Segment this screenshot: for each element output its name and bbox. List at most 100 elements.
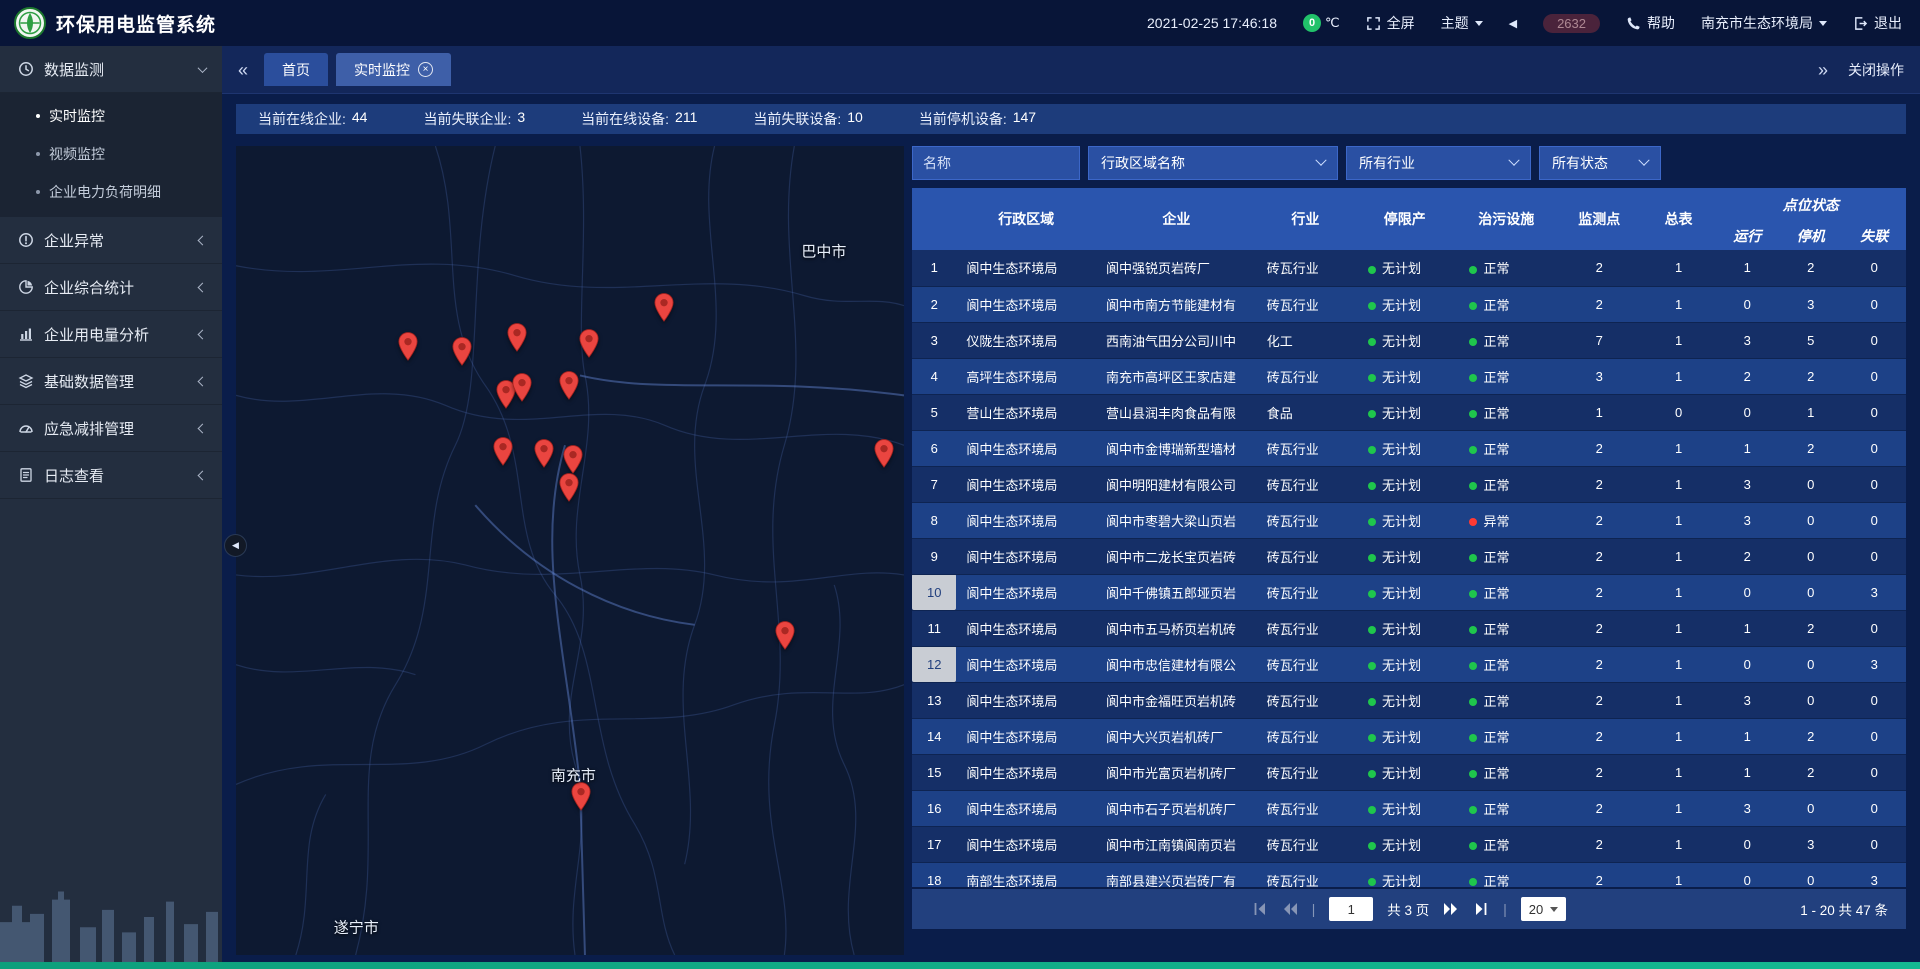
tab-scroll-right-icon[interactable]: » [1812, 61, 1834, 79]
map-pin-icon[interactable] [397, 331, 418, 361]
prev-page-button[interactable] [1282, 901, 1298, 917]
cell-industry: 砖瓦行业 [1257, 754, 1354, 790]
table-row[interactable]: 15阆中生态环境局阆中市光富页岩机砖厂砖瓦行业无计划正常21120 [912, 754, 1906, 790]
table-row[interactable]: 16阆中生态环境局阆中市石子页岩机砖厂砖瓦行业无计划正常21300 [912, 790, 1906, 826]
map-pin-icon[interactable] [506, 322, 527, 352]
cell-lost: 0 [1842, 790, 1906, 826]
sidebar-subitem-视频监控[interactable]: 视频监控 [0, 135, 222, 173]
map-pin-icon[interactable] [511, 372, 532, 402]
table-row[interactable]: 8阆中生态环境局阆中市枣碧大梁山页岩砖瓦行业无计划异常21300 [912, 502, 1906, 538]
cell-total-meter: 1 [1642, 826, 1716, 862]
map-pin-icon[interactable] [873, 439, 894, 469]
org-dropdown[interactable]: 南充市生态环境局 [1701, 13, 1827, 33]
map-city-label: 遂宁市 [334, 916, 379, 937]
table-row[interactable]: 14阆中生态环境局阆中大兴页岩机砖厂砖瓦行业无计划正常21120 [912, 718, 1906, 754]
last-page-button[interactable] [1473, 901, 1489, 917]
cell-total-meter: 1 [1642, 646, 1716, 682]
sidebar-item-数据监测[interactable]: 数据监测 [0, 46, 222, 93]
sidebar-item-企业异常[interactable]: 企业异常 [0, 217, 222, 264]
table-row[interactable]: 4高坪生态环境局南充市高坪区王家店建砖瓦行业无计划正常31220 [912, 358, 1906, 394]
map-pin-icon[interactable] [570, 782, 591, 812]
fullscreen-button[interactable]: 全屏 [1366, 13, 1415, 33]
map-pin-icon[interactable] [493, 436, 514, 466]
map-pin-icon[interactable] [452, 336, 473, 366]
logout-button[interactable]: 退出 [1853, 13, 1902, 33]
cell-treatment: 正常 [1455, 610, 1557, 646]
tab-首页[interactable]: 首页 [264, 53, 328, 86]
sidebar-item-企业用电量分析[interactable]: 企业用电量分析 [0, 311, 222, 358]
cell-lost: 0 [1842, 250, 1906, 286]
sidebar-item-基础数据管理[interactable]: 基础数据管理 [0, 358, 222, 405]
table-row[interactable]: 10阆中生态环境局阆中千佛镇五郎垭页岩砖瓦行业无计划正常21003 [912, 574, 1906, 610]
first-page-button[interactable] [1252, 901, 1268, 917]
table-row[interactable]: 9阆中生态环境局阆中市二龙长宝页岩砖砖瓦行业无计划正常21200 [912, 538, 1906, 574]
map-pin-icon[interactable] [563, 444, 584, 474]
cell-monitor-points: 2 [1557, 646, 1642, 682]
map-panel[interactable]: 巴中市南充市遂宁市 ◀ [236, 146, 904, 955]
map-pin-icon[interactable] [533, 439, 554, 469]
tab-scroll-left-icon[interactable]: « [232, 61, 254, 79]
page-number-input[interactable]: 1 [1329, 897, 1373, 921]
row-index: 12 [912, 646, 956, 682]
cell-region: 阆中生态环境局 [956, 250, 1096, 286]
map-pin-icon[interactable] [653, 292, 674, 322]
stat-item: 当前失联设备:10 [753, 109, 862, 129]
map-roads [236, 146, 904, 955]
table-row[interactable]: 17阆中生态环境局阆中市江南镇阆南页岩砖瓦行业无计划正常21030 [912, 826, 1906, 862]
stat-item: 当前失联企业:3 [423, 109, 525, 129]
map-pin-icon[interactable] [559, 370, 580, 400]
cell-stopped: 2 [1779, 610, 1842, 646]
row-index: 5 [912, 394, 956, 430]
cell-industry: 化工 [1257, 322, 1354, 358]
cell-treatment: 正常 [1455, 358, 1557, 394]
cell-monitor-points: 2 [1557, 682, 1642, 718]
notice-count-badge[interactable]: 2632 [1543, 14, 1600, 33]
cell-stop-limit: 无计划 [1354, 574, 1456, 610]
table-row[interactable]: 5营山生态环境局营山县润丰肉食品有限食品无计划正常10010 [912, 394, 1906, 430]
brand: 环保用电监管系统 [14, 7, 216, 39]
pagination-controls: | 1 共 3 页 | 20 [1252, 897, 1567, 921]
cell-industry: 砖瓦行业 [1257, 646, 1354, 682]
sidebar-item-日志查看[interactable]: 日志查看 [0, 452, 222, 499]
tab-实时监控[interactable]: 实时监控× [336, 53, 451, 86]
close-operations-button[interactable]: 关闭操作 [1848, 60, 1904, 80]
industry-select[interactable]: 所有行业 [1346, 146, 1531, 180]
sidebar-item-应急减排管理[interactable]: 应急减排管理 [0, 405, 222, 452]
name-search-input[interactable] [912, 146, 1080, 180]
marquee-left-icon[interactable]: ◀ [1509, 17, 1517, 30]
cell-industry: 砖瓦行业 [1257, 430, 1354, 466]
col-treatment: 治污设施 [1455, 188, 1557, 250]
table-row[interactable]: 18南部生态环境局南部县建兴页岩砖厂有砖瓦行业无计划正常21003 [912, 862, 1906, 887]
table-row[interactable]: 1阆中生态环境局阆中强锐页岩砖厂砖瓦行业无计划正常21120 [912, 250, 1906, 286]
table-row[interactable]: 11阆中生态环境局阆中市五马桥页岩机砖砖瓦行业无计划正常21120 [912, 610, 1906, 646]
page-title: 环保用电监管系统 [56, 10, 216, 37]
map-pin-icon[interactable] [559, 473, 580, 503]
map-pin-icon[interactable] [775, 621, 796, 651]
table-row[interactable]: 3仪陇生态环境局西南油气田分公司川中化工无计划正常71350 [912, 322, 1906, 358]
tab-close-icon[interactable]: × [418, 62, 433, 77]
cell-company: 阆中市金福旺页岩机砖 [1096, 682, 1257, 718]
next-page-button[interactable] [1443, 901, 1459, 917]
sidebar-subitem-企业电力负荷明细[interactable]: 企业电力负荷明细 [0, 173, 222, 211]
map-pin-icon[interactable] [578, 329, 599, 359]
cell-run: 1 [1716, 610, 1779, 646]
cell-total-meter: 1 [1642, 286, 1716, 322]
cell-stop-limit: 无计划 [1354, 286, 1456, 322]
cell-industry: 砖瓦行业 [1257, 358, 1354, 394]
table-row[interactable]: 13阆中生态环境局阆中市金福旺页岩机砖砖瓦行业无计划正常21300 [912, 682, 1906, 718]
page-size-select[interactable]: 20 [1521, 897, 1566, 921]
status-select[interactable]: 所有状态 [1539, 146, 1661, 180]
sidebar-item-企业综合统计[interactable]: 企业综合统计 [0, 264, 222, 311]
cell-monitor-points: 1 [1557, 394, 1642, 430]
table-row[interactable]: 12阆中生态环境局阆中市忠信建材有限公砖瓦行业无计划正常21003 [912, 646, 1906, 682]
region-select[interactable]: 行政区域名称 [1088, 146, 1338, 180]
cell-industry: 砖瓦行业 [1257, 286, 1354, 322]
table-row[interactable]: 2阆中生态环境局阆中市南方节能建材有砖瓦行业无计划正常21030 [912, 286, 1906, 322]
help-button[interactable]: 帮助 [1626, 13, 1675, 33]
status-ok-dot [1368, 374, 1376, 382]
col-stop: 停机 [1779, 222, 1842, 250]
table-row[interactable]: 7阆中生态环境局阆中明阳建材有限公司砖瓦行业无计划正常21300 [912, 466, 1906, 502]
theme-dropdown[interactable]: 主题 [1441, 13, 1483, 33]
sidebar-subitem-实时监控[interactable]: 实时监控 [0, 97, 222, 135]
table-row[interactable]: 6阆中生态环境局阆中市金博瑞新型墙材砖瓦行业无计划正常21120 [912, 430, 1906, 466]
